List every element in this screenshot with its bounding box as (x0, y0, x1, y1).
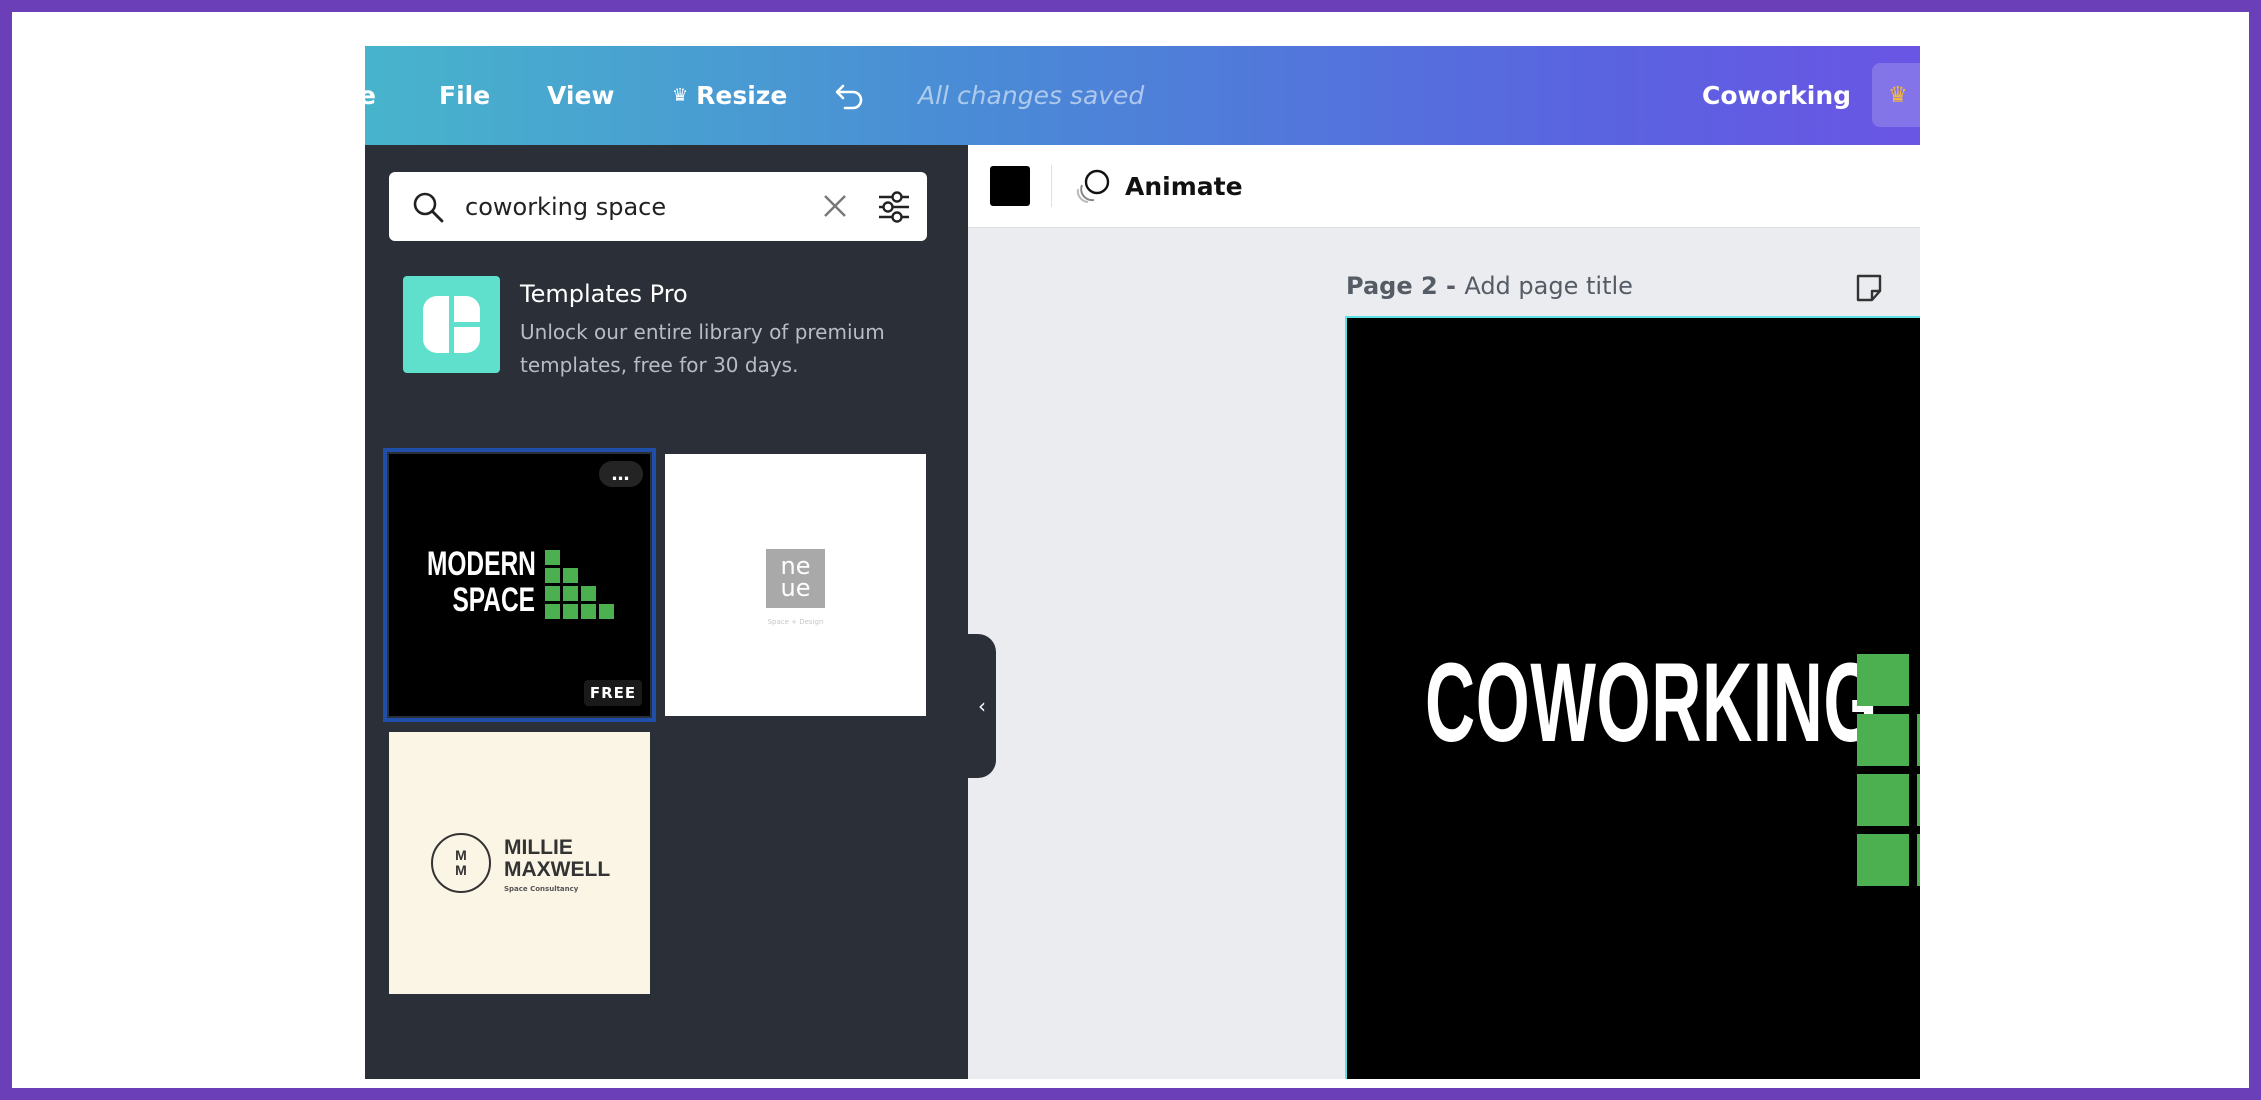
templates-pro-logo[interactable] (403, 276, 500, 373)
editor-toolbar: Animate (968, 145, 1920, 228)
editor-window: e File View ♛ Resize All changes saved C… (365, 46, 1920, 1079)
sticky-note-icon[interactable] (1853, 272, 1885, 304)
brand-name: MILLIE MAXWELL (504, 837, 610, 881)
home-link[interactable]: e (365, 46, 376, 145)
resize-button[interactable]: ♛ Resize (672, 46, 787, 145)
monogram-badge: M M (431, 833, 491, 893)
templates-pro-icon (423, 296, 480, 353)
green-block[interactable] (1857, 714, 1909, 766)
view-menu[interactable]: View (547, 46, 615, 145)
undo-button[interactable] (833, 46, 867, 145)
crown-icon: ♛ (672, 85, 689, 106)
monogram-letter: M (455, 862, 467, 878)
green-blocks-graphic (545, 550, 614, 619)
promo-text: Unlock our entire library of premium tem… (520, 320, 885, 377)
animate-circles-icon[interactable] (1074, 167, 1114, 207)
animate-button[interactable]: Animate (1125, 145, 1243, 228)
template-neue[interactable]: ne ue Space + Design (665, 454, 926, 716)
template-text-line: MODERN (427, 545, 536, 583)
green-block[interactable] (1917, 774, 1920, 826)
page-title[interactable]: Page 2 - Add page title (1346, 272, 1633, 300)
green-block[interactable] (1857, 654, 1909, 706)
green-block[interactable] (1857, 834, 1909, 886)
more-options-button[interactable]: … (599, 461, 643, 487)
logo-line: ue (780, 574, 811, 602)
text-color-swatch[interactable] (990, 166, 1030, 206)
monogram-letter: M (455, 847, 467, 863)
undo-icon (835, 84, 863, 109)
free-badge: FREE (584, 680, 642, 706)
chevron-left-icon: ‹ (978, 694, 986, 718)
close-icon[interactable] (821, 192, 849, 220)
template-millie-maxwell[interactable]: M M MILLIE MAXWELL Space Consultancy (389, 732, 650, 994)
page-title-placeholder[interactable]: Add page title (1464, 272, 1633, 300)
filter-sliders-icon[interactable] (877, 190, 911, 224)
top-bar: e File View ♛ Resize All changes saved C… (365, 46, 1920, 145)
upgrade-button[interactable]: ♛ (1872, 63, 1920, 127)
search-box[interactable]: coworking space (389, 172, 927, 241)
green-block[interactable] (1857, 774, 1909, 826)
templates-panel: coworking space Templates Pro Unlock our… (365, 145, 968, 1079)
neue-logo: ne ue (766, 549, 825, 608)
green-block[interactable] (1917, 834, 1920, 886)
design-title[interactable]: Coworking (1702, 46, 1851, 145)
save-status: All changes saved (918, 81, 1145, 110)
design-page[interactable]: COWORKING (1345, 316, 1920, 1079)
template-modern-space[interactable]: … MODERN SPACE FREE (383, 448, 656, 722)
search-input[interactable]: coworking space (465, 172, 666, 241)
template-text-line: SPACE (452, 581, 535, 619)
page-label: Page 2 - (1346, 272, 1465, 300)
brand-name-line: MILLIE (504, 836, 573, 859)
file-menu[interactable]: File (439, 46, 490, 145)
search-icon (413, 192, 444, 223)
resize-label: Resize (696, 81, 788, 110)
outer-frame: e File View ♛ Resize All changes saved C… (0, 0, 2261, 1100)
brand-tagline: Space Consultancy (504, 885, 579, 893)
collapse-panel-button[interactable]: ‹ (968, 634, 996, 778)
template-text: MODERN SPACE (427, 545, 536, 619)
brand-name-line: MAXWELL (504, 858, 611, 881)
green-block[interactable] (1917, 714, 1920, 766)
neue-tagline: Space + Design (767, 618, 824, 626)
design-headline[interactable]: COWORKING (1425, 638, 1878, 767)
promo-title[interactable]: Templates Pro (520, 280, 688, 308)
toolbar-divider (1051, 165, 1052, 207)
crown-icon: ♛ (1888, 82, 1908, 108)
